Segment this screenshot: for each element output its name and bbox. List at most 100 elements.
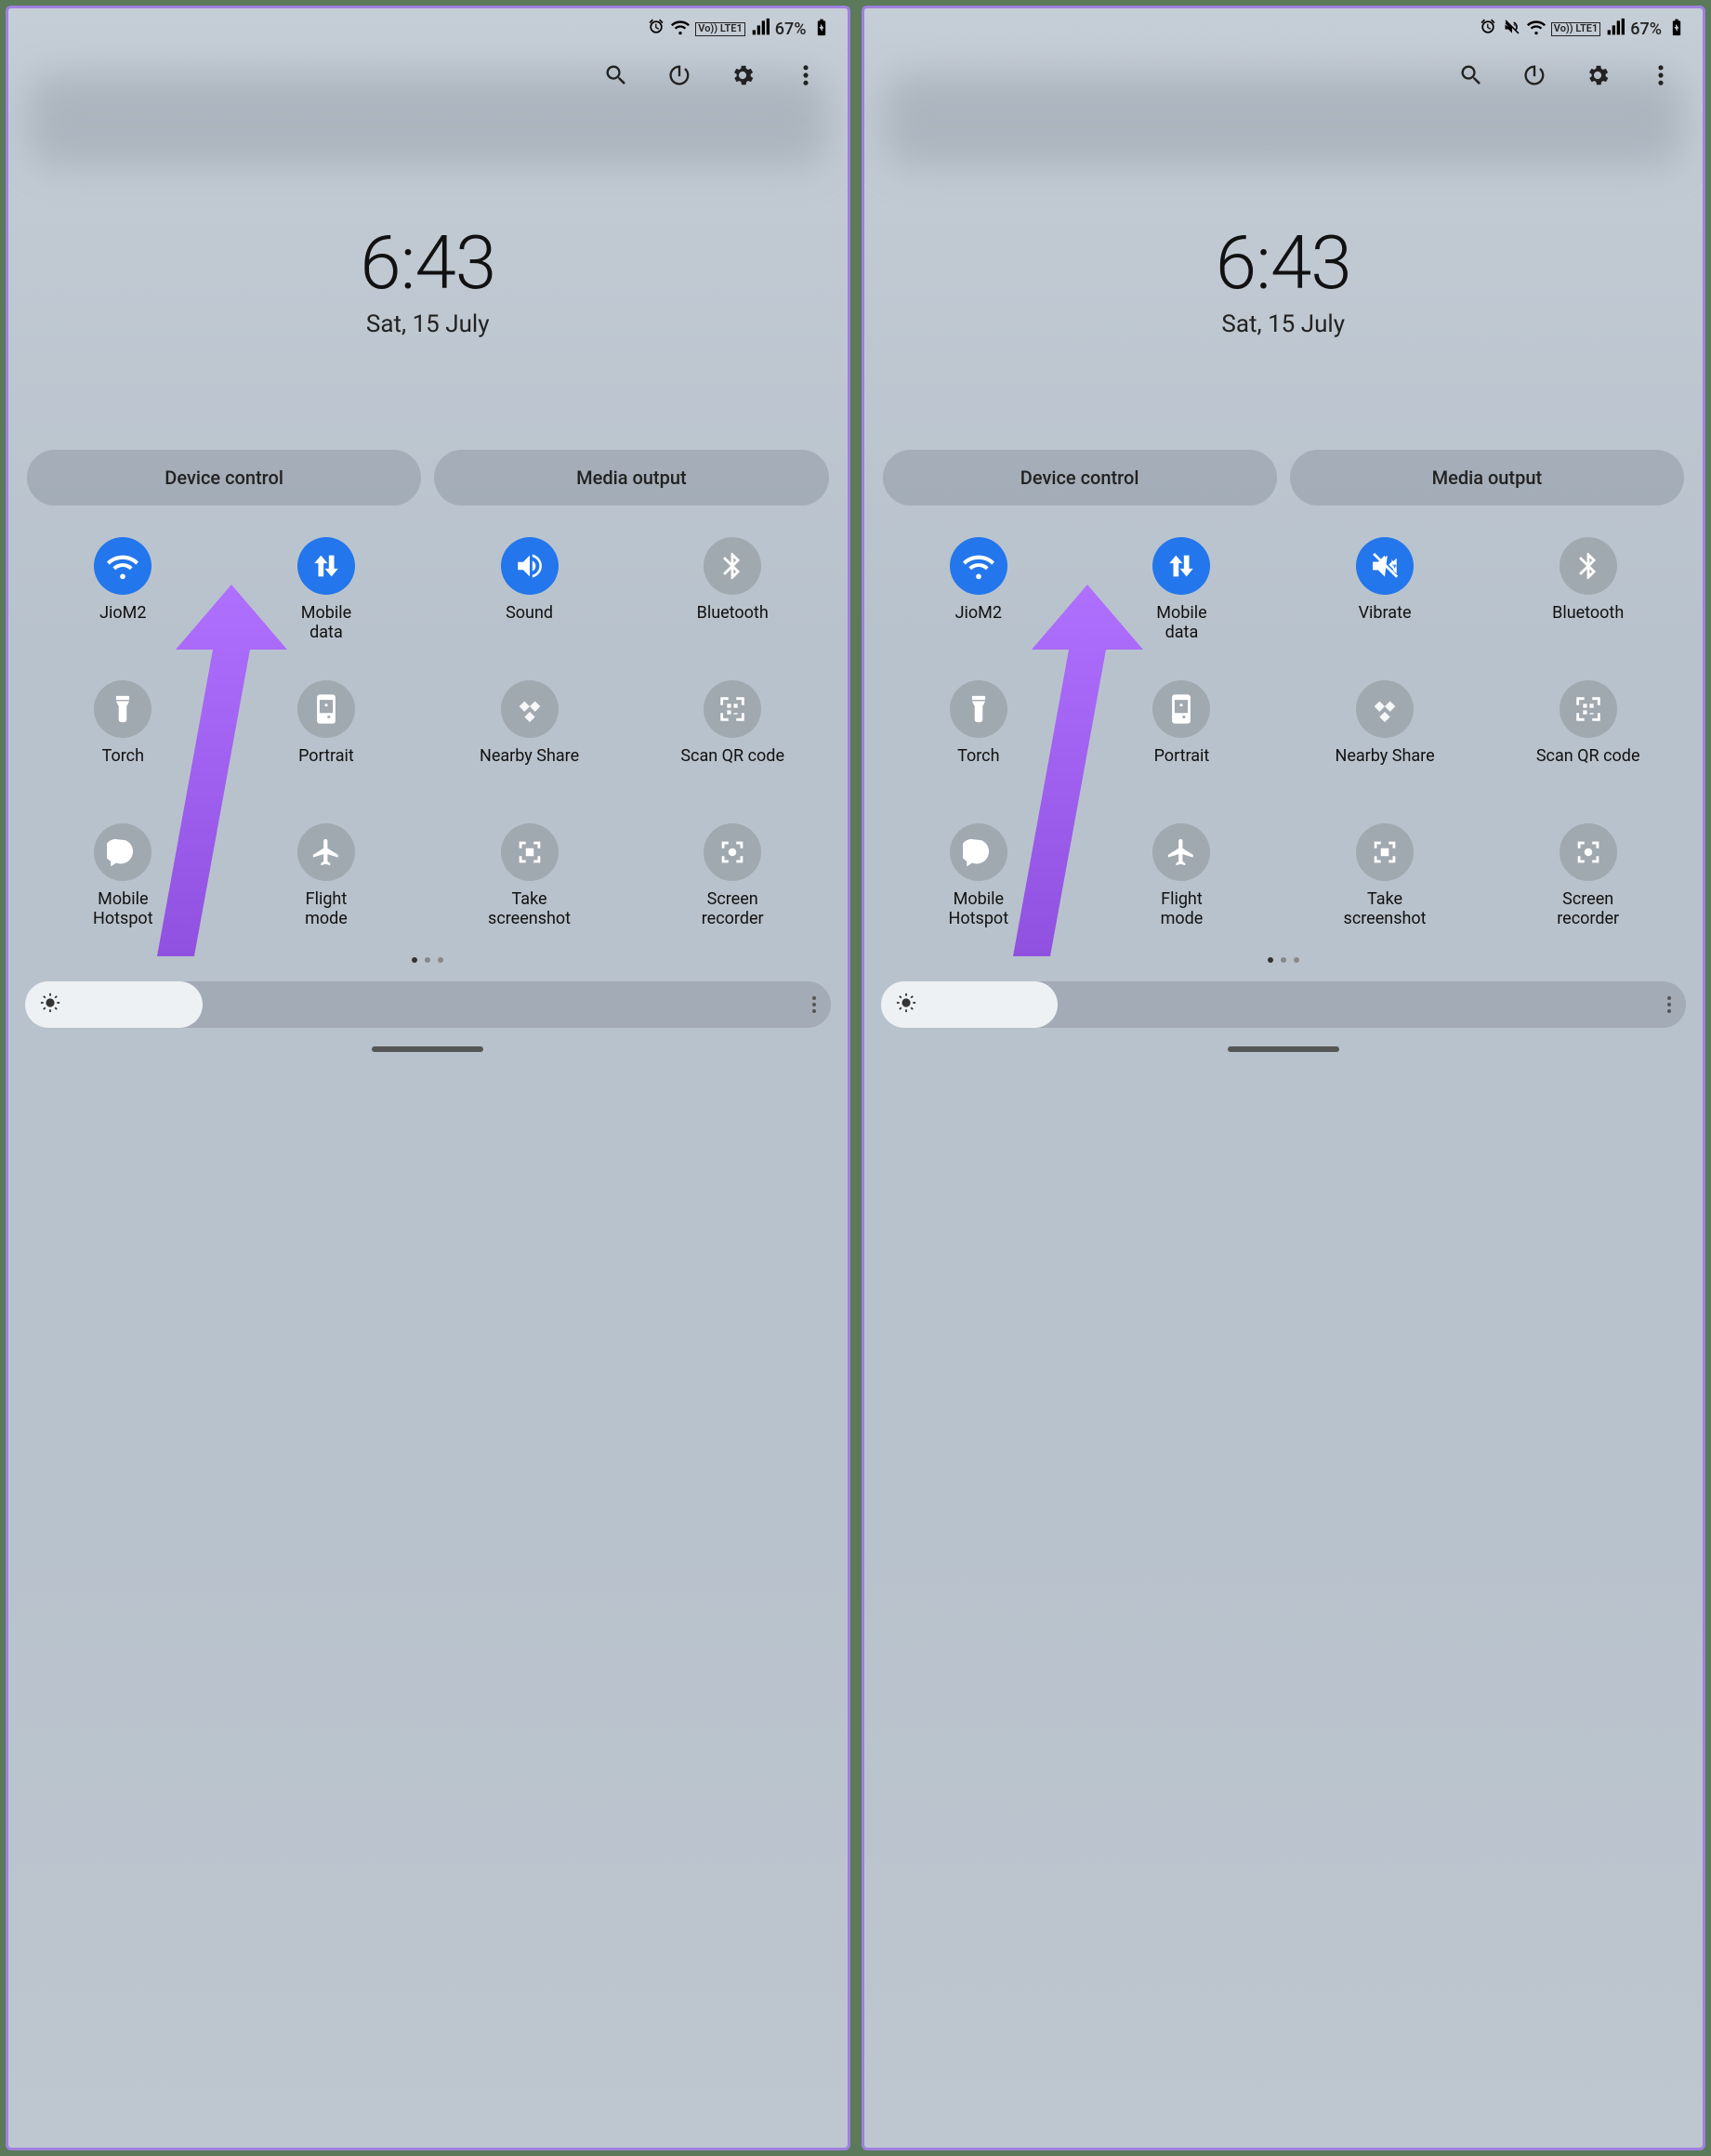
page-dot xyxy=(1268,957,1273,963)
nearby-share-label: Nearby Share xyxy=(1335,747,1434,786)
wifi-icon xyxy=(671,18,690,41)
navigation-handle[interactable] xyxy=(1228,1046,1339,1052)
portrait-label: Portrait xyxy=(1154,747,1210,786)
mobile-data-toggle[interactable] xyxy=(297,537,355,595)
flight-label: Flight mode xyxy=(1161,890,1204,929)
recorder-label: Screen recorder xyxy=(702,890,764,929)
vibrate-label: Vibrate xyxy=(1359,604,1412,643)
wifi-icon xyxy=(1527,18,1546,41)
brightness-row xyxy=(864,974,1704,1043)
device-control-button[interactable]: Device control xyxy=(27,450,421,506)
clock-time: 6:43 xyxy=(864,219,1704,307)
search-icon[interactable] xyxy=(602,61,630,89)
hotspot-label: Mobile Hotspot xyxy=(93,890,153,929)
page-dot xyxy=(412,957,417,963)
mobile-data-label: Mobile data xyxy=(1156,604,1206,643)
torch-toggle[interactable] xyxy=(94,680,151,738)
clock: 6:43 Sat, 15 July xyxy=(864,219,1704,338)
portrait-label: Portrait xyxy=(298,747,354,786)
torch-toggle[interactable] xyxy=(950,680,1007,738)
recorder-toggle[interactable] xyxy=(1560,823,1617,881)
clock-time: 6:43 xyxy=(8,219,848,307)
nearby-share-toggle[interactable] xyxy=(501,680,559,738)
bluetooth-label: Bluetooth xyxy=(1552,604,1624,643)
recorder-toggle[interactable] xyxy=(704,823,761,881)
status-bar: Vo)) LTE1 67% xyxy=(864,8,1704,45)
wifi-toggle[interactable] xyxy=(94,537,151,595)
scan-qr-toggle[interactable] xyxy=(1560,680,1617,738)
torch-label: Torch xyxy=(102,747,144,786)
nearby-share-label: Nearby Share xyxy=(480,747,579,786)
wifi-label: JioM2 xyxy=(955,604,1002,643)
clock-date: Sat, 15 July xyxy=(864,310,1704,338)
brightness-more-icon[interactable] xyxy=(812,996,816,1013)
wifi-toggle[interactable] xyxy=(950,537,1007,595)
screenshot-toggle[interactable] xyxy=(1356,823,1414,881)
alarm-icon xyxy=(647,18,665,41)
device-control-button[interactable]: Device control xyxy=(883,450,1277,506)
flight-mode-toggle[interactable] xyxy=(1152,823,1210,881)
clock: 6:43 Sat, 15 July xyxy=(8,219,848,338)
torch-label: Torch xyxy=(957,747,999,786)
page-indicator xyxy=(8,957,848,963)
brightness-more-icon[interactable] xyxy=(1667,996,1671,1013)
screenshot-left: Vo)) LTE1 67% 6:43 Sat, 15 July Device c… xyxy=(6,6,850,2150)
more-icon[interactable] xyxy=(792,61,820,89)
brightness-icon xyxy=(896,993,916,1017)
quick-settings-grid: JioM2 Mobile data Sound Bluetooth Torch … xyxy=(8,528,848,939)
page-dot xyxy=(1281,957,1286,963)
brightness-slider[interactable] xyxy=(881,981,1687,1028)
mobile-data-toggle[interactable] xyxy=(1152,537,1210,595)
recorder-label: Screen recorder xyxy=(1557,890,1619,929)
clock-date: Sat, 15 July xyxy=(8,310,848,338)
screenshot-toggle[interactable] xyxy=(501,823,559,881)
header-actions xyxy=(8,45,848,99)
power-icon[interactable] xyxy=(665,61,693,89)
brightness-slider[interactable] xyxy=(25,981,831,1028)
settings-gear-icon[interactable] xyxy=(1584,61,1612,89)
quick-settings-grid: JioM2 Mobile data Vibrate Bluetooth Torc… xyxy=(864,528,1704,939)
flight-mode-toggle[interactable] xyxy=(297,823,355,881)
scan-qr-label: Scan QR code xyxy=(1536,747,1640,786)
signal-icon xyxy=(751,18,770,41)
more-icon[interactable] xyxy=(1647,61,1675,89)
sound-toggle[interactable] xyxy=(501,537,559,595)
volte-indicator: Vo)) LTE1 xyxy=(1551,22,1600,35)
nearby-share-toggle[interactable] xyxy=(1356,680,1414,738)
battery-text: 67% xyxy=(1630,20,1662,39)
control-pills: Device control Media output xyxy=(8,450,848,506)
vibrate-toggle[interactable] xyxy=(1356,537,1414,595)
status-bar: Vo)) LTE1 67% xyxy=(8,8,848,45)
brightness-icon xyxy=(40,993,60,1017)
power-icon[interactable] xyxy=(1520,61,1548,89)
settings-gear-icon[interactable] xyxy=(729,61,757,89)
media-output-button[interactable]: Media output xyxy=(1290,450,1684,506)
mute-icon xyxy=(1503,18,1521,41)
flight-label: Flight mode xyxy=(305,890,348,929)
page-indicator xyxy=(864,957,1704,963)
hotspot-toggle[interactable] xyxy=(94,823,151,881)
page-dot xyxy=(425,957,430,963)
brightness-row xyxy=(8,974,848,1043)
bluetooth-toggle[interactable] xyxy=(704,537,761,595)
screenshot-label: Take screenshot xyxy=(488,890,571,929)
signal-icon xyxy=(1606,18,1625,41)
alarm-icon xyxy=(1479,18,1497,41)
header-actions xyxy=(864,45,1704,99)
screenshot-right: Vo)) LTE1 67% 6:43 Sat, 15 July Device c… xyxy=(862,6,1706,2150)
scan-qr-toggle[interactable] xyxy=(704,680,761,738)
hotspot-label: Mobile Hotspot xyxy=(949,890,1009,929)
navigation-handle[interactable] xyxy=(372,1046,483,1052)
volte-indicator: Vo)) LTE1 xyxy=(695,22,744,35)
battery-icon xyxy=(812,18,831,41)
scan-qr-label: Scan QR code xyxy=(680,747,784,786)
sound-label: Sound xyxy=(506,604,553,643)
wifi-label: JioM2 xyxy=(99,604,146,643)
bluetooth-toggle[interactable] xyxy=(1560,537,1617,595)
hotspot-toggle[interactable] xyxy=(950,823,1007,881)
search-icon[interactable] xyxy=(1457,61,1485,89)
portrait-toggle[interactable] xyxy=(1152,680,1210,738)
media-output-button[interactable]: Media output xyxy=(434,450,828,506)
bluetooth-label: Bluetooth xyxy=(697,604,769,643)
portrait-toggle[interactable] xyxy=(297,680,355,738)
